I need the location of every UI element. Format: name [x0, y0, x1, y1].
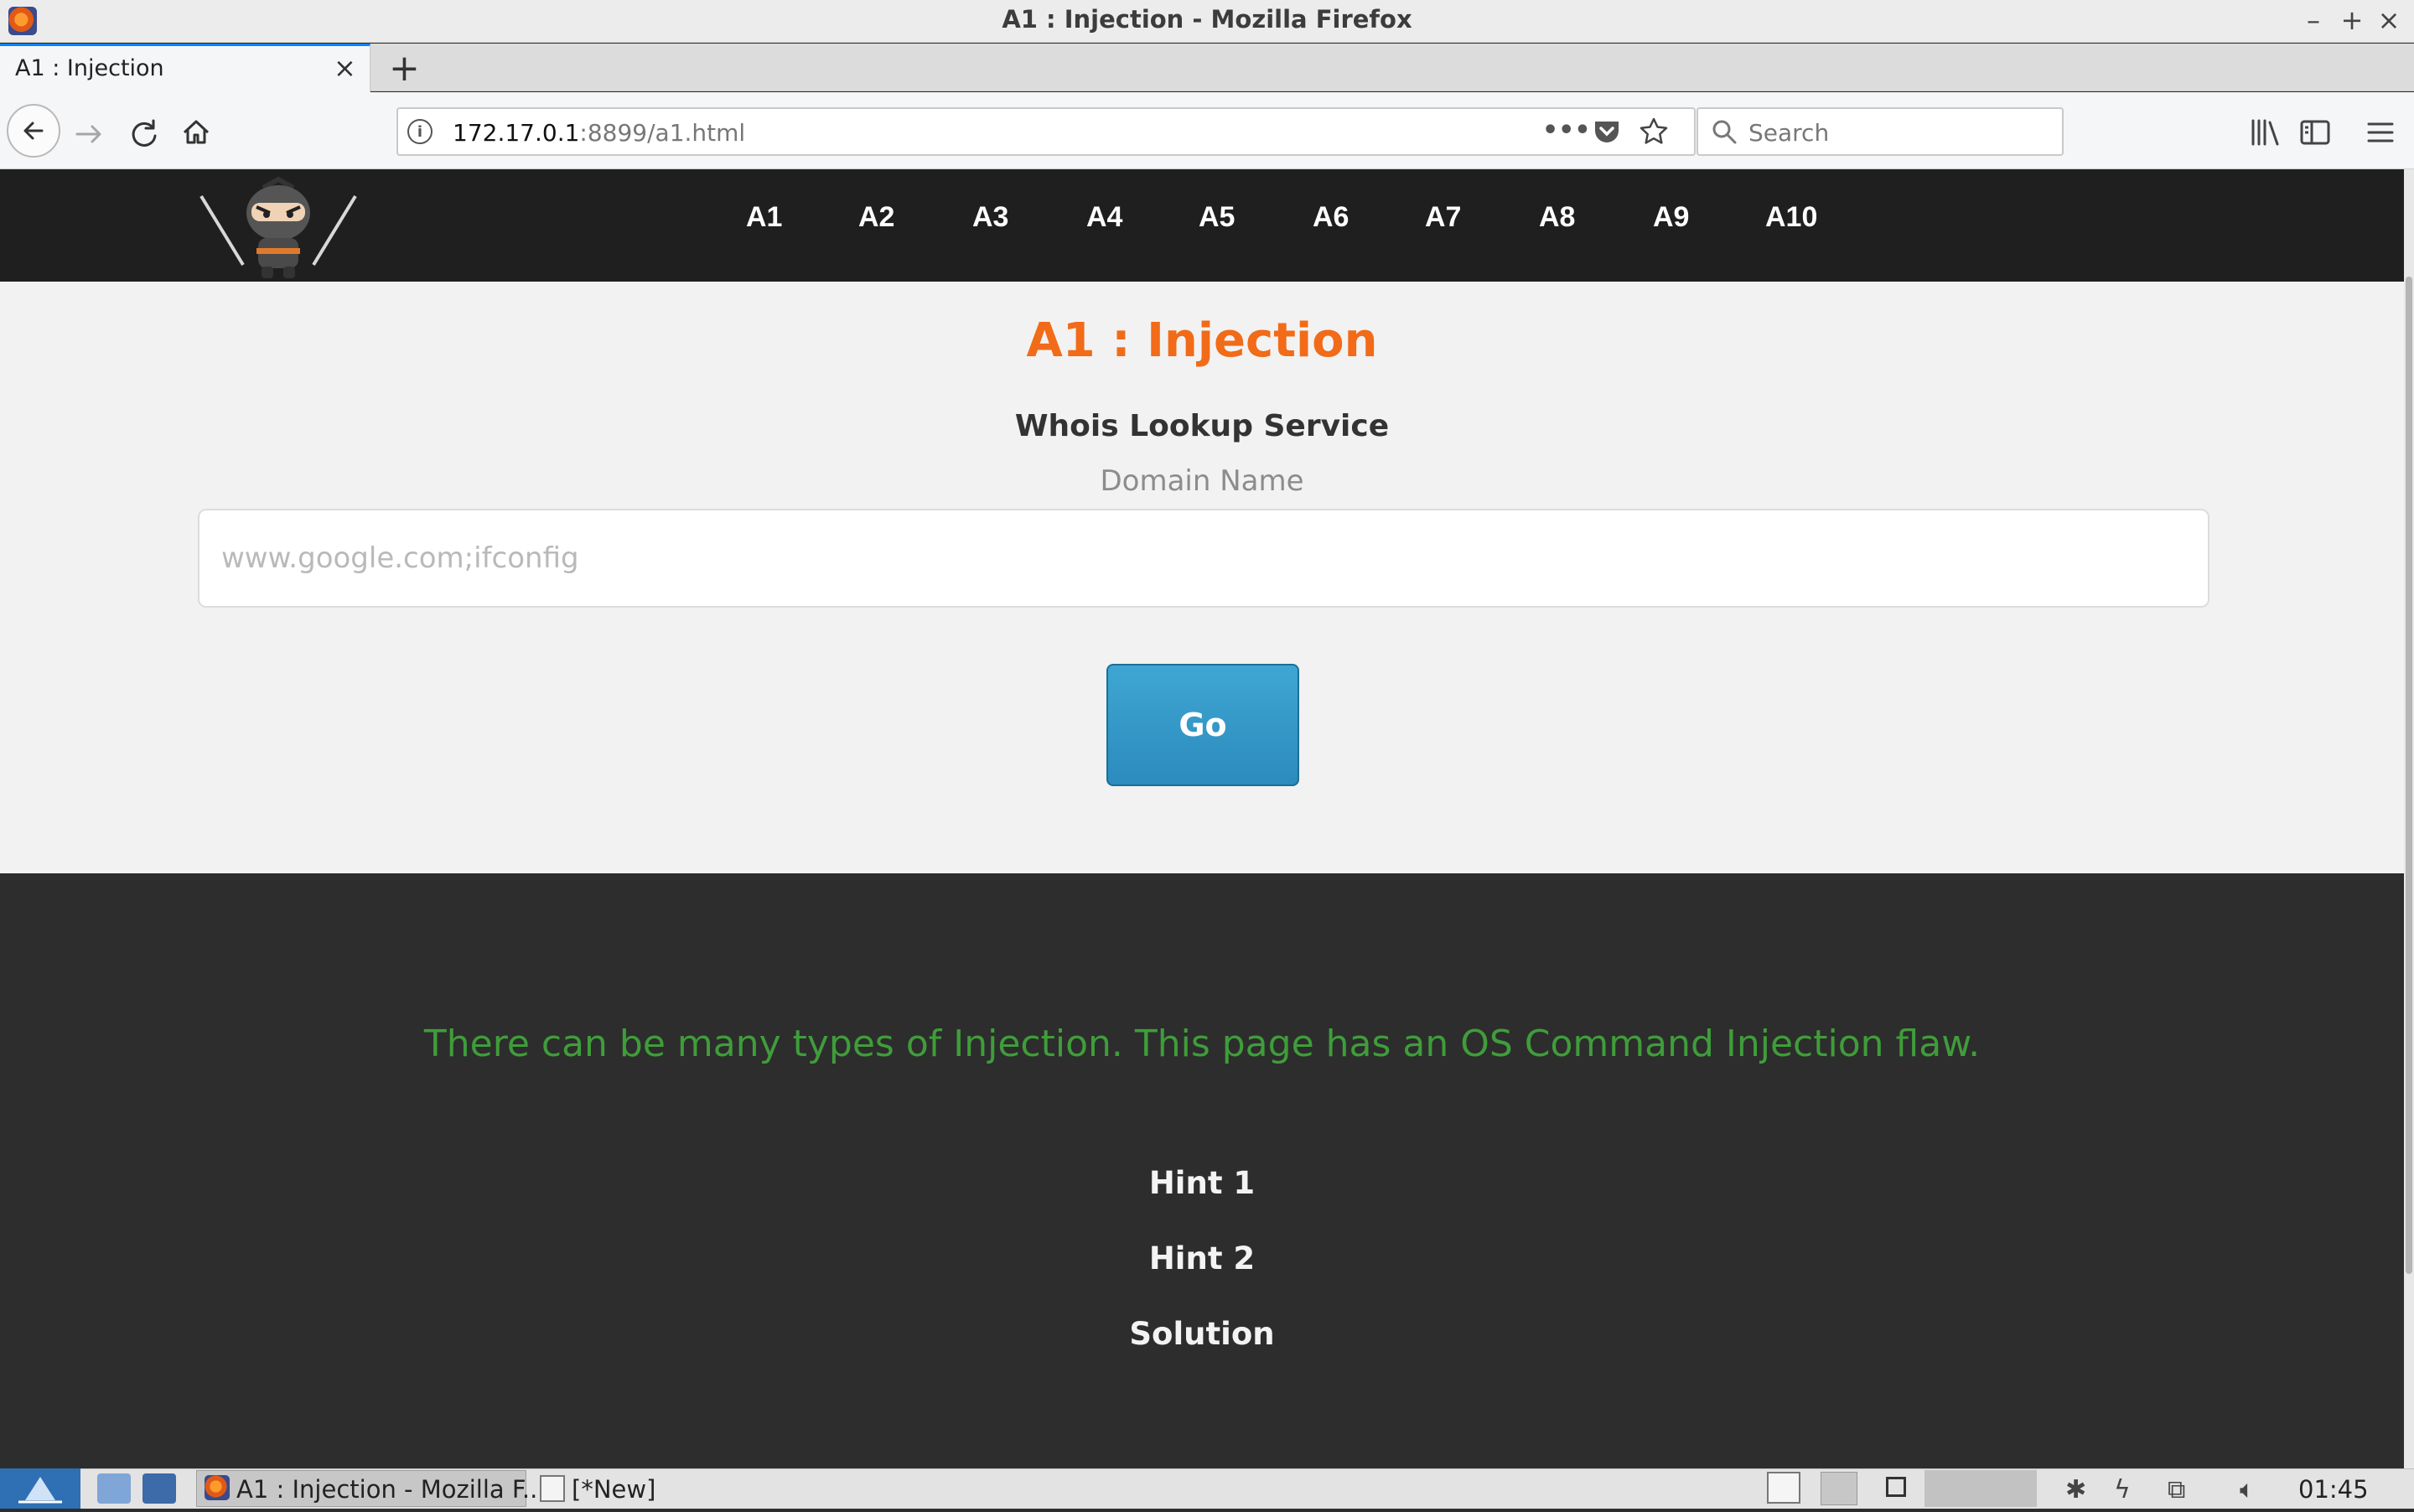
start-icon: [18, 1477, 62, 1504]
nav-link-a3[interactable]: A3: [972, 201, 1008, 234]
workspace-switcher[interactable]: [1924, 1470, 2037, 1507]
taskbar-firefox-label: A1 : Injection - Mozilla F...: [236, 1475, 546, 1504]
nav-link-a5[interactable]: A5: [1199, 201, 1235, 234]
site-info-icon[interactable]: i: [407, 119, 433, 144]
nav-link-a8[interactable]: A8: [1539, 201, 1575, 234]
start-menu-button[interactable]: [0, 1468, 80, 1509]
page-title: A1 : Injection: [1026, 313, 1378, 368]
window-list-icon[interactable]: [1767, 1472, 1800, 1504]
nav-link-a10[interactable]: A10: [1765, 201, 1817, 234]
network-icon[interactable]: ⧉: [2168, 1475, 2185, 1504]
search-placeholder: Search: [1748, 119, 1830, 147]
taskbar-editor-label: [*New]: [572, 1475, 656, 1504]
window-tray-icon[interactable]: [1886, 1477, 1906, 1497]
nav-link-a6[interactable]: A6: [1313, 201, 1349, 234]
file-manager-icon[interactable]: [97, 1473, 131, 1504]
scrollbar-thumb[interactable]: [2406, 277, 2412, 1274]
home-button[interactable]: [178, 114, 215, 151]
url-path: :8899/a1.html: [579, 119, 746, 147]
network-app-icon[interactable]: [142, 1473, 176, 1504]
volume-icon[interactable]: 🔈︎: [2240, 1475, 2255, 1504]
text-editor-icon: [540, 1475, 565, 1502]
maximize-button[interactable]: +: [2335, 3, 2369, 37]
nav-link-a7[interactable]: A7: [1425, 201, 1461, 234]
forward-button[interactable]: [70, 116, 107, 153]
library-icon[interactable]: [2248, 117, 2282, 148]
vulnerability-note: There can be many types of Injection. Th…: [423, 1023, 1981, 1065]
minimize-button[interactable]: –: [2297, 3, 2330, 37]
arrow-right-icon: [75, 125, 101, 143]
reload-button[interactable]: [126, 116, 163, 153]
domain-name-input[interactable]: [198, 509, 2209, 608]
reload-icon: [132, 119, 157, 147]
home-icon: [183, 120, 210, 144]
hint-2-link[interactable]: Hint 2: [0, 1240, 2404, 1276]
window-title: A1 : Injection - Mozilla Firefox: [1002, 5, 1412, 34]
go-button[interactable]: Go: [1106, 664, 1299, 786]
tab-close-icon[interactable]: ×: [334, 52, 356, 84]
clock: 01:45: [2298, 1475, 2369, 1504]
firefox-tray-icon[interactable]: [1821, 1472, 1857, 1505]
url-host: 172.17.0.1: [453, 119, 580, 147]
url-text[interactable]: 172.17.0.1:8899/a1.html: [453, 119, 745, 147]
power-icon[interactable]: ϟ: [2114, 1475, 2131, 1504]
domain-name-label: Domain Name: [1100, 464, 1304, 498]
bookmark-star-icon[interactable]: [1638, 116, 1670, 148]
nav-link-a1[interactable]: A1: [746, 201, 782, 234]
nav-link-a9[interactable]: A9: [1653, 201, 1689, 234]
nav-link-a2[interactable]: A2: [858, 201, 894, 234]
bluetooth-icon[interactable]: ✱: [2065, 1475, 2086, 1504]
ninja-logo[interactable]: [194, 171, 362, 280]
sidebar-toggle-icon[interactable]: [2298, 117, 2332, 148]
back-button[interactable]: [7, 104, 60, 158]
search-icon: [1710, 117, 1738, 146]
close-window-button[interactable]: ×: [2372, 3, 2406, 37]
tab-title: A1 : Injection: [15, 55, 164, 81]
new-tab-button[interactable]: +: [389, 47, 420, 90]
arrow-left-icon: [23, 122, 44, 140]
pocket-icon[interactable]: [1593, 117, 1621, 146]
nav-link-a4[interactable]: A4: [1086, 201, 1122, 234]
page-actions-icon[interactable]: •••: [1542, 116, 1591, 145]
hint-1-link[interactable]: Hint 1: [0, 1165, 2404, 1201]
hamburger-menu-icon[interactable]: [2364, 117, 2397, 148]
firefox-taskbar-icon: [205, 1475, 230, 1500]
solution-link[interactable]: Solution: [0, 1316, 2404, 1352]
service-title: Whois Lookup Service: [1014, 409, 1390, 443]
